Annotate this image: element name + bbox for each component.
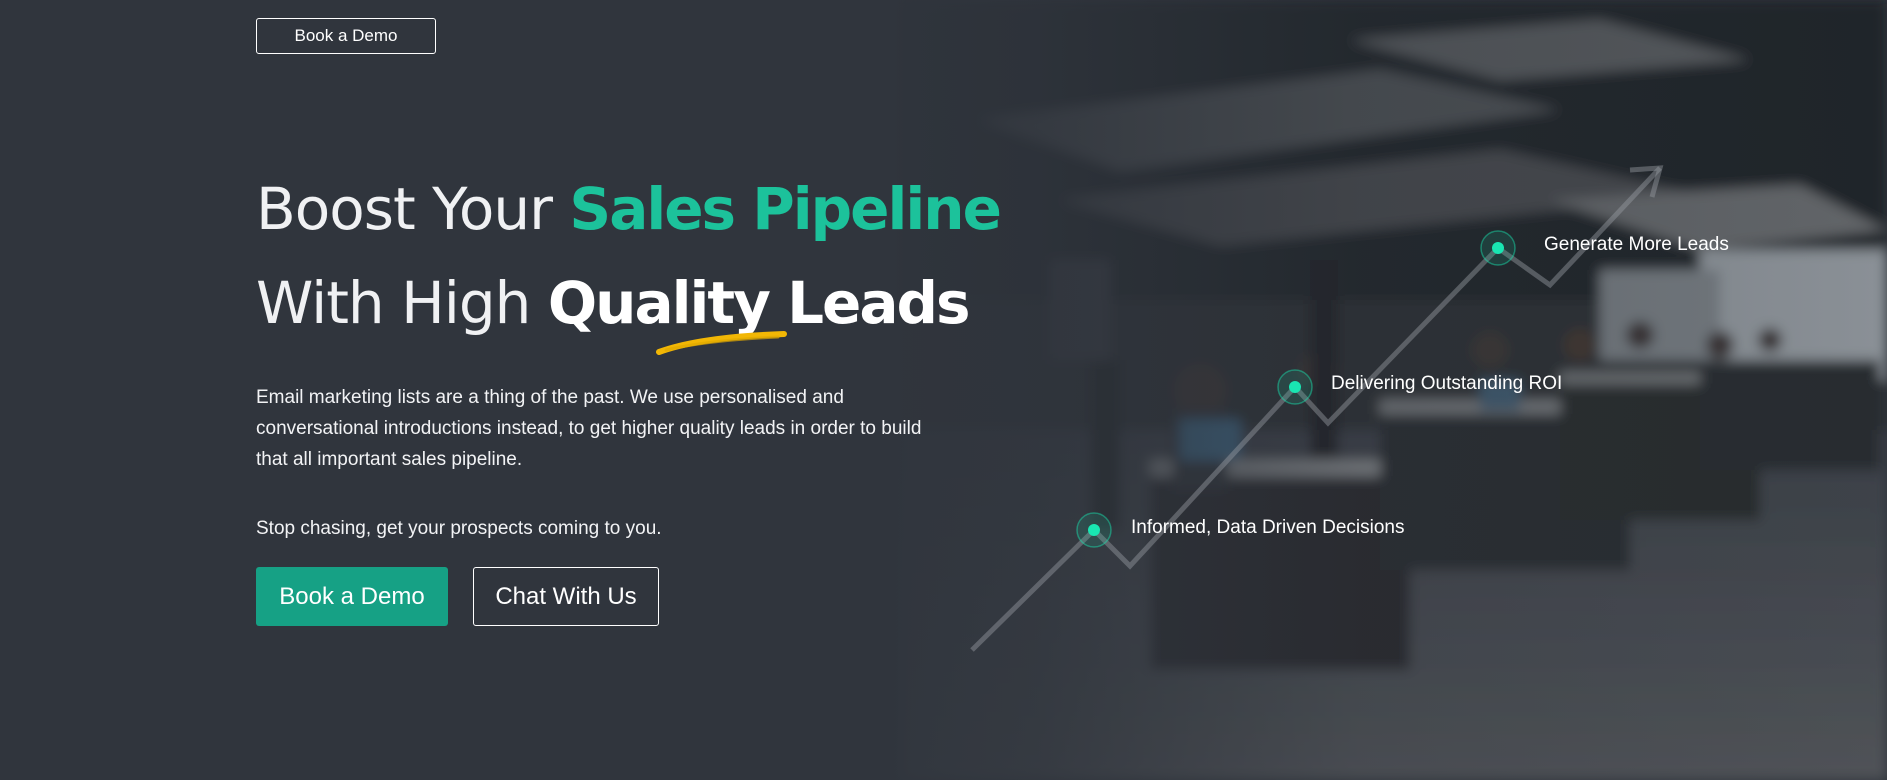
graph-point-label-roi: Delivering Outstanding ROI — [1331, 373, 1563, 394]
headline-underline-stroke — [656, 331, 787, 355]
headline-line2-plain: With High — [256, 269, 548, 337]
hero-description: Email marketing lists are a thing of the… — [256, 387, 922, 470]
headline-line1-accent: Sales Pipeline — [569, 175, 1001, 243]
graph-point-1 — [1076, 512, 1112, 548]
chat-with-us-button[interactable]: Chat With Us — [473, 567, 659, 626]
headline-line1-plain: Boost Your — [256, 175, 570, 243]
hero-section: Informed, Data Driven Decisions Deliveri… — [0, 0, 1887, 780]
graph-point-2 — [1277, 369, 1313, 405]
headline-line2-strong: Quality Leads — [547, 269, 971, 337]
hero-headline: Boost Your Sales Pipeline With High Qual… — [256, 162, 1002, 350]
book-demo-button[interactable]: Book a Demo — [256, 567, 448, 626]
graph-point-label-data-driven: Informed, Data Driven Decisions — [1131, 517, 1405, 538]
hero-tagline: Stop chasing, get your prospects coming … — [256, 518, 662, 539]
graph-point-3 — [1480, 230, 1516, 266]
graph-point-label-leads: Generate More Leads — [1544, 234, 1729, 255]
header-book-demo-button[interactable]: Book a Demo — [256, 18, 436, 54]
